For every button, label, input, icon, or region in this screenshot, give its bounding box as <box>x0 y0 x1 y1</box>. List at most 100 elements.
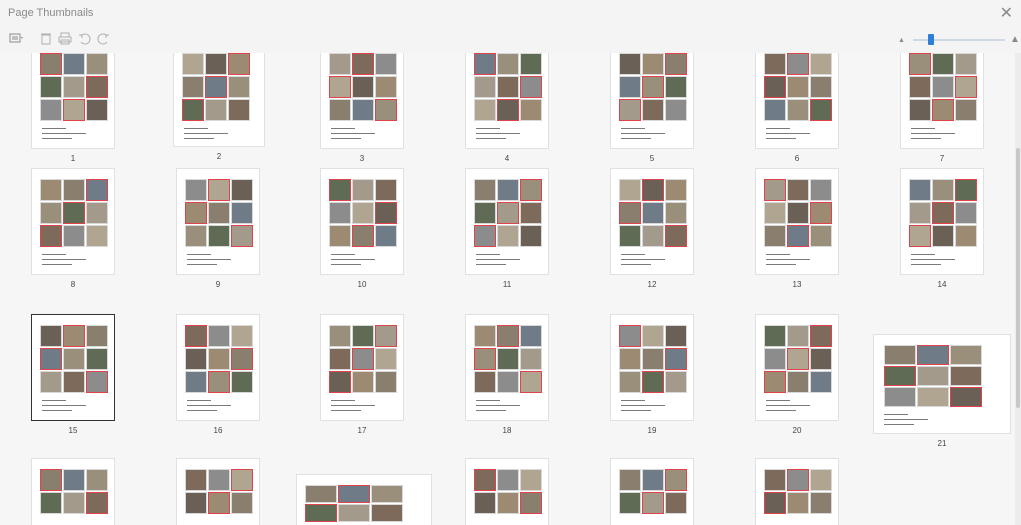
photo-thumbnail <box>205 53 227 75</box>
page-thumbnail[interactable] <box>321 315 403 420</box>
page-thumbnail[interactable] <box>297 475 431 525</box>
photo-thumbnail <box>329 76 351 98</box>
page-thumbnail[interactable] <box>611 459 693 525</box>
photo-thumbnail <box>665 348 687 370</box>
photo-thumbnail <box>375 325 397 347</box>
thumbnail-grid[interactable]: 1 2 3 4 5 6 7 8 9 10 11 12 13 14 15 16 17 18 19 20 21 <box>0 53 1015 525</box>
caption-line <box>42 264 72 265</box>
photo-thumbnail <box>520 225 542 247</box>
caption-line <box>331 133 375 134</box>
photo-thumbnail <box>352 179 374 201</box>
photo-thumbnail <box>917 387 949 407</box>
photo-thumbnail <box>63 492 85 514</box>
photo-thumbnail <box>787 99 809 121</box>
photo-thumbnail <box>497 225 519 247</box>
page-thumbnail[interactable] <box>321 53 403 148</box>
photo-thumbnail <box>909 179 931 201</box>
photo-thumbnail <box>932 53 954 75</box>
caption-line <box>621 264 651 265</box>
photo-thumbnail <box>208 325 230 347</box>
caption-line <box>621 400 645 401</box>
photo-thumbnail <box>182 99 204 121</box>
photo-thumbnail <box>520 492 542 514</box>
photo-thumbnail <box>371 485 403 503</box>
page-thumbnail[interactable] <box>177 315 259 420</box>
page-thumbnail[interactable] <box>611 53 693 148</box>
zoom-out-icon[interactable]: ▲ <box>898 37 905 44</box>
photo-thumbnail <box>231 179 253 201</box>
caption-line <box>42 133 86 134</box>
photo-thumbnail <box>86 53 108 75</box>
zoom-in-icon[interactable]: ▲ <box>1010 34 1020 45</box>
page-number: 19 <box>647 426 657 435</box>
photo-thumbnail <box>950 345 982 365</box>
photo-thumbnail <box>642 371 664 393</box>
photo-thumbnail <box>474 469 496 491</box>
caption-line <box>187 410 217 411</box>
photo-thumbnail <box>208 225 230 247</box>
page-thumbnail[interactable] <box>177 459 259 525</box>
photo-thumbnail <box>231 325 253 347</box>
caption-line <box>476 128 500 129</box>
page-thumbnail[interactable] <box>611 169 693 274</box>
page-thumbnail[interactable] <box>32 53 114 148</box>
photo-thumbnail <box>665 492 687 514</box>
photo-thumbnail <box>764 179 786 201</box>
page-thumbnail[interactable] <box>32 169 114 274</box>
scrollbar-thumb[interactable] <box>1016 148 1020 408</box>
photo-thumbnail <box>352 53 374 75</box>
photo-thumbnail <box>520 179 542 201</box>
page-thumbnail[interactable] <box>756 169 838 274</box>
caption-line <box>187 405 231 406</box>
page-thumbnail[interactable] <box>466 169 548 274</box>
page-thumbnail[interactable] <box>32 459 114 525</box>
page-thumbnail[interactable] <box>874 335 1010 433</box>
zoom-slider-thumb[interactable] <box>928 34 935 45</box>
photo-thumbnail <box>63 371 85 393</box>
photo-thumbnail <box>329 202 351 224</box>
page-thumbnail[interactable] <box>174 53 264 146</box>
photo-thumbnail <box>231 348 253 370</box>
zoom-slider-track[interactable] <box>913 39 1005 41</box>
caption-line <box>621 254 645 255</box>
photo-thumbnail <box>810 76 832 98</box>
page-thumbnail[interactable] <box>901 53 983 148</box>
page-thumbnail[interactable] <box>901 169 983 274</box>
close-icon[interactable]: ✕ <box>1000 3 1013 23</box>
page-thumbnail[interactable] <box>177 169 259 274</box>
page-thumbnail[interactable] <box>756 459 838 525</box>
caption-line <box>42 410 72 411</box>
photo-thumbnail <box>329 99 351 121</box>
page-thumbnail[interactable] <box>321 169 403 274</box>
caption-line <box>621 133 665 134</box>
photo-thumbnail <box>520 371 542 393</box>
photo-thumbnail <box>787 179 809 201</box>
photo-thumbnail <box>665 202 687 224</box>
page-thumbnail[interactable] <box>466 459 548 525</box>
photo-thumbnail <box>329 325 351 347</box>
delete-page-icon[interactable] <box>37 32 55 48</box>
page-thumbnail[interactable] <box>756 53 838 148</box>
photo-thumbnail <box>329 371 351 393</box>
rotate-left-icon[interactable] <box>75 32 93 48</box>
photo-thumbnail <box>787 53 809 75</box>
print-page-icon[interactable] <box>56 32 74 48</box>
caption-line <box>42 254 66 255</box>
page-thumbnail[interactable] <box>466 315 548 420</box>
scrollbar[interactable] <box>1015 53 1021 525</box>
photo-thumbnail <box>764 53 786 75</box>
photo-thumbnail <box>63 469 85 491</box>
caption-line <box>766 410 796 411</box>
photo-thumbnail <box>642 492 664 514</box>
page-thumbnail[interactable] <box>611 315 693 420</box>
photo-thumbnail <box>764 202 786 224</box>
photo-thumbnail <box>764 469 786 491</box>
page-thumbnail[interactable] <box>756 315 838 420</box>
photo-thumbnail <box>955 99 977 121</box>
rotate-right-icon[interactable] <box>94 32 112 48</box>
page-thumbnail[interactable] <box>32 315 114 420</box>
photo-thumbnail <box>932 179 954 201</box>
photo-thumbnail <box>787 76 809 98</box>
thumbnail-options-icon[interactable] <box>8 32 26 48</box>
page-thumbnail[interactable] <box>466 53 548 148</box>
